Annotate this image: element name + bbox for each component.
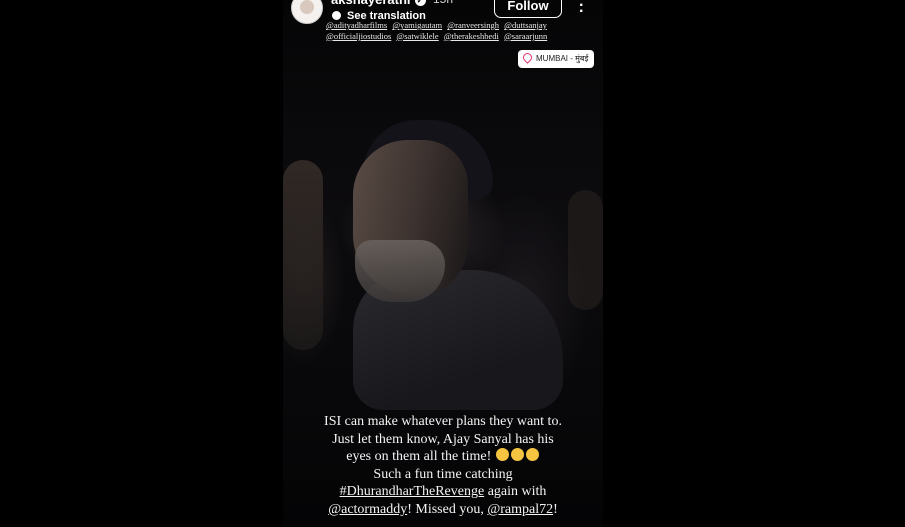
mention-link[interactable]: @ranveersingh — [447, 20, 499, 30]
username-text[interactable]: akshayerathi — [331, 0, 411, 7]
hashtag-link[interactable]: #DhurandharTheRevenge — [340, 484, 485, 499]
follow-button[interactable]: Follow — [494, 0, 562, 18]
beard-shape — [355, 240, 445, 302]
caption-line: Such a fun time catching — [373, 466, 513, 482]
caption-text: ! Missed you, — [407, 501, 488, 517]
sunglasses-emoji-icon — [510, 448, 524, 462]
post-time: 15h — [433, 0, 453, 6]
mention-link[interactable]: @adityadharfilms — [326, 20, 387, 30]
mention-link[interactable]: @officialjiostudios — [326, 31, 391, 41]
story-header: akshayerathi✓ 15h See translation Follow… — [283, 0, 603, 44]
more-vertical-icon[interactable]: ··· — [579, 0, 585, 20]
caption-text: ! — [553, 501, 558, 517]
grinning-emoji-icon — [525, 448, 539, 462]
mention-link[interactable]: @duttsanjay — [504, 20, 547, 30]
story-caption: ISI can make whatever plans they want to… — [283, 413, 603, 519]
background-blur — [568, 190, 603, 310]
caption-line: #DhurandharTheRevenge again with — [283, 483, 603, 501]
username[interactable]: akshayerathi✓ — [331, 0, 426, 7]
mention-link[interactable]: @yamigautam — [392, 20, 442, 30]
location-label: MUMBAI - मुंबई — [536, 54, 589, 63]
location-sticker[interactable]: MUMBAI - मुंबई — [518, 50, 595, 68]
mention-link[interactable]: @rampal72 — [487, 502, 553, 517]
smirk-emoji-icon — [495, 448, 509, 462]
translate-icon — [332, 11, 341, 20]
caption-text: again with — [484, 484, 547, 500]
mention-link[interactable]: @therakeshbedi — [444, 31, 499, 41]
mention-link[interactable]: @actormaddy — [328, 502, 407, 517]
caption-line: eyes on them all the time! — [283, 448, 603, 466]
caption-line: @actormaddy! Missed you, @rampal72! — [283, 501, 603, 519]
location-pin-icon — [521, 51, 534, 64]
caption-line: Just let them know, Ajay Sanyal has his — [332, 431, 554, 447]
caption-line: ISI can make whatever plans they want to… — [324, 414, 562, 429]
verified-icon: ✓ — [414, 0, 426, 6]
story-frame[interactable]: akshayerathi✓ 15h See translation Follow… — [283, 0, 603, 527]
mention-link[interactable]: @satwiklele — [396, 31, 438, 41]
mention-link[interactable]: @saraarjunn — [504, 31, 547, 41]
background-person — [283, 160, 323, 350]
avatar[interactable] — [291, 0, 323, 24]
mentions-list: @adityadharfilms @yamigautam @ranveersin… — [326, 20, 571, 41]
caption-text: eyes on them all the time! — [346, 449, 492, 465]
